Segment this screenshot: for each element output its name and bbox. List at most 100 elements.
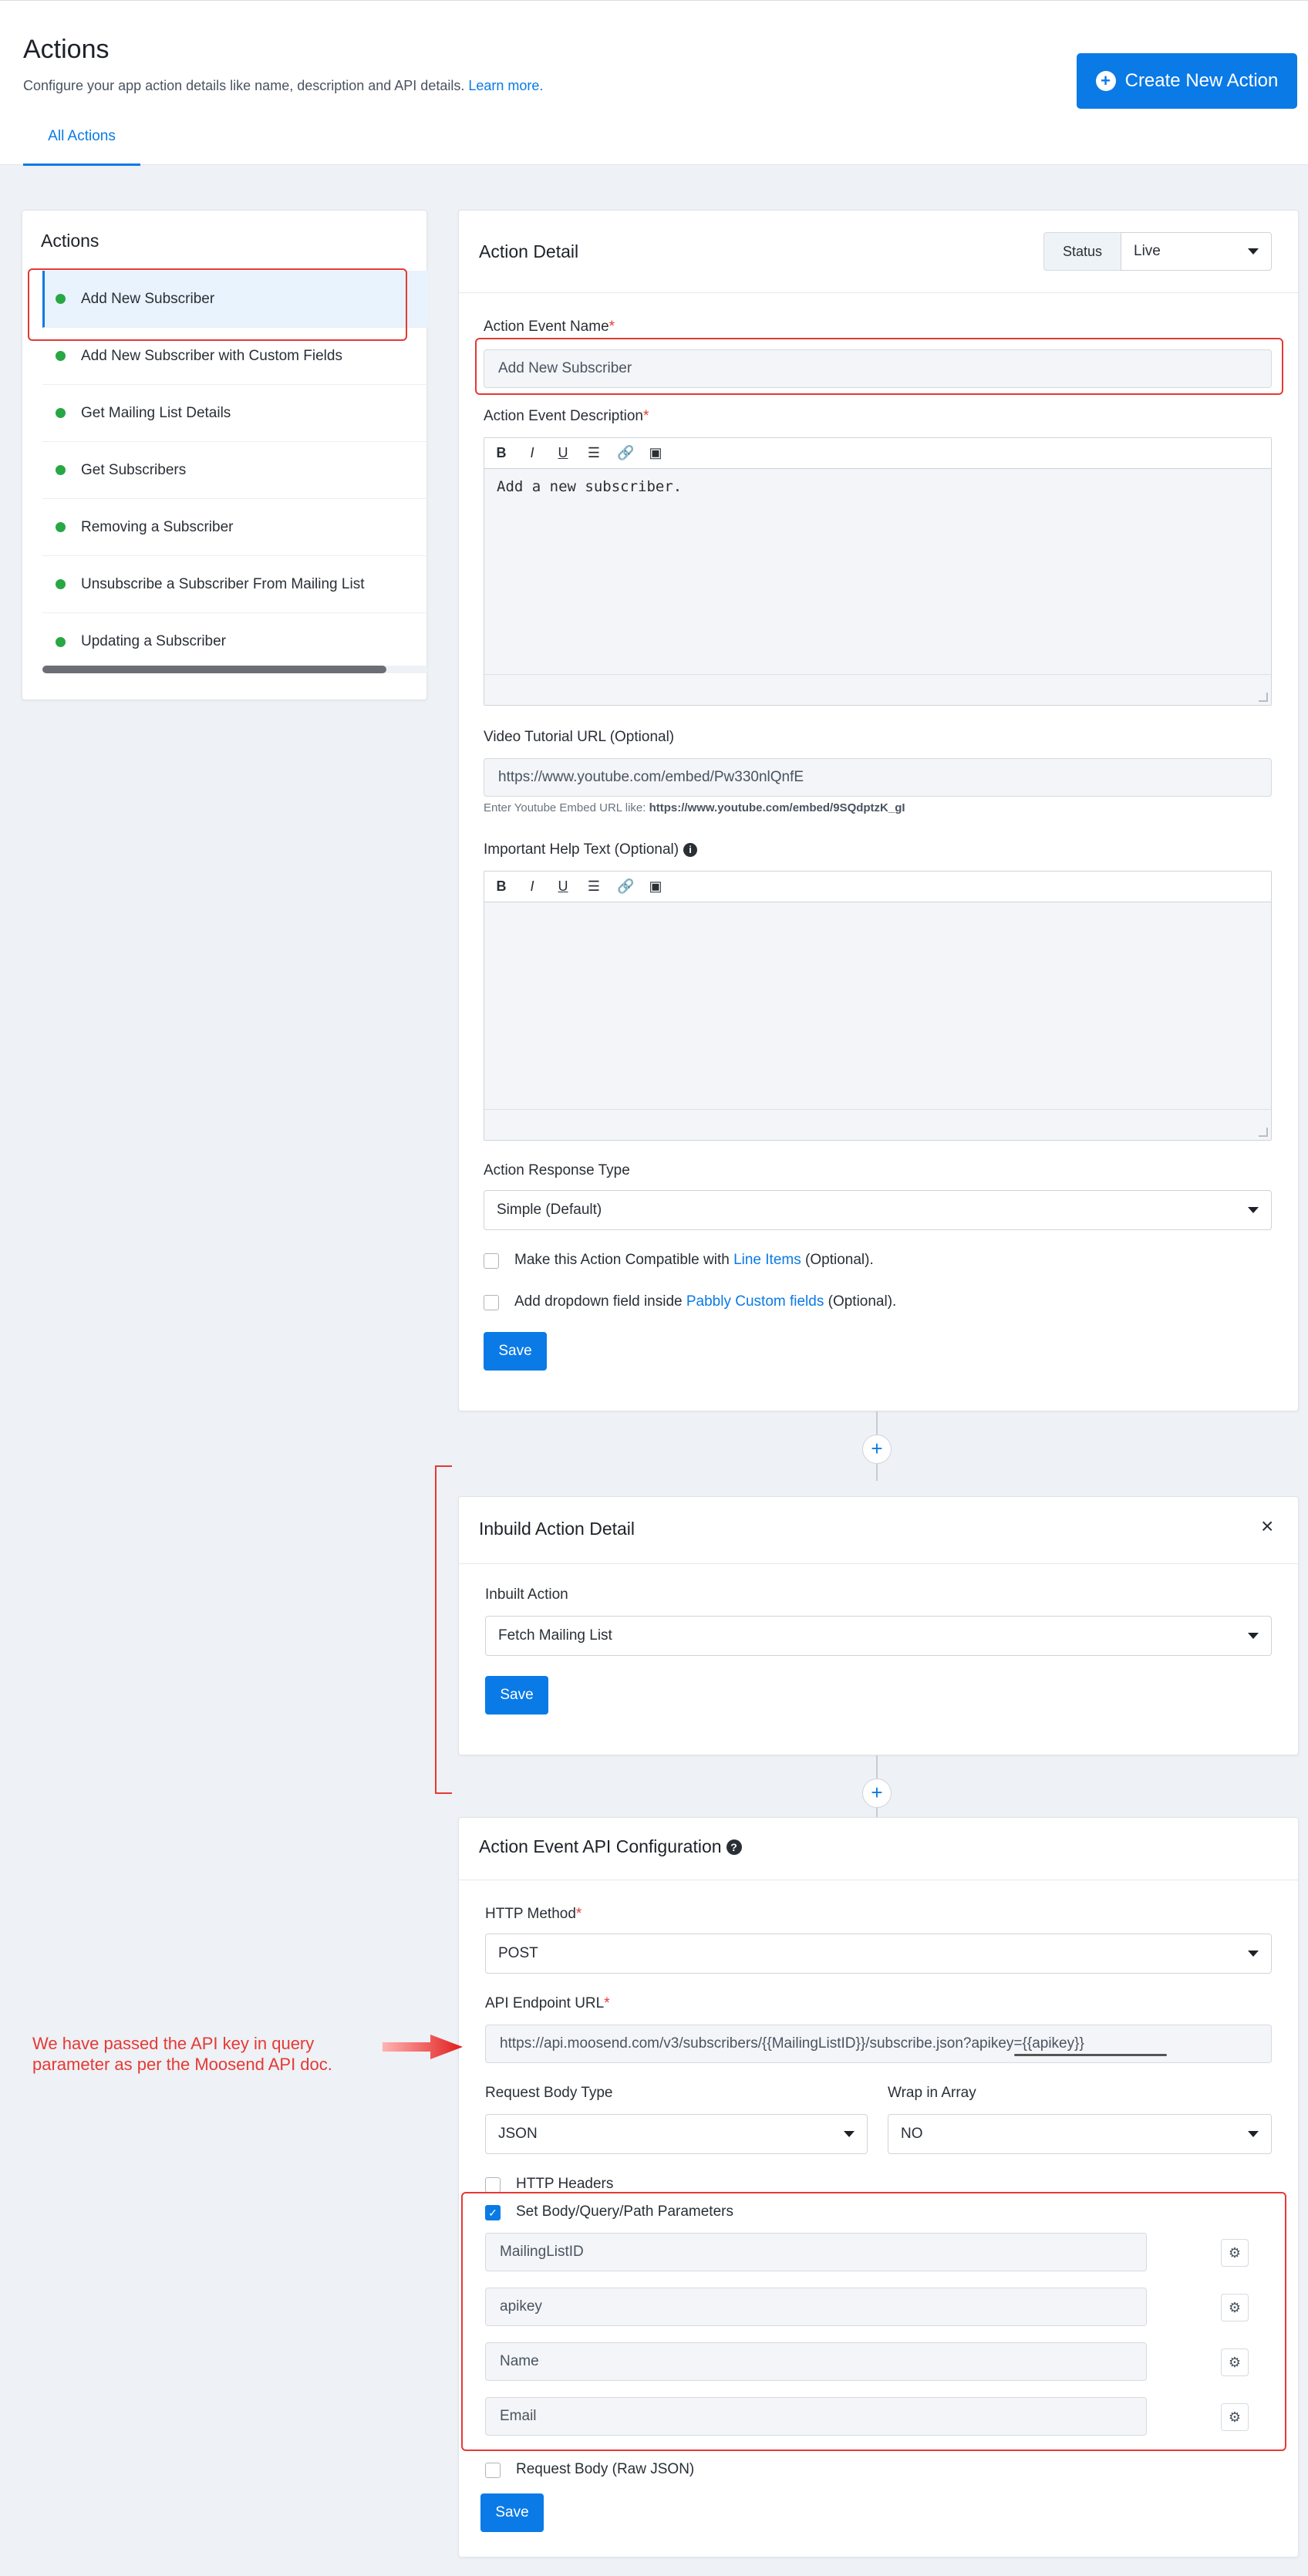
action-detail-save-button[interactable]: Save — [484, 1332, 547, 1371]
http-headers-label: HTTP Headers — [516, 2176, 614, 2192]
http-headers-checkbox[interactable] — [485, 2177, 501, 2193]
action-item-get-subscribers[interactable]: Get Subscribers — [42, 442, 428, 499]
body-type-label: Request Body Type — [485, 2085, 613, 2101]
action-item-removing-subscriber[interactable]: Removing a Subscriber — [42, 499, 428, 556]
action-item-updating-subscriber[interactable]: Updating a Subscriber — [42, 613, 428, 670]
body-type-select[interactable]: JSON — [485, 2114, 868, 2154]
help-text-label-text: Important Help Text (Optional) — [484, 841, 679, 858]
action-item-label: Add New Subscriber with Custom Fields — [81, 347, 342, 364]
http-method-label-text: HTTP Method — [485, 1906, 576, 1922]
status-label: Status — [1043, 232, 1121, 271]
annotation-line-1: We have passed the API key in query — [32, 2034, 315, 2053]
event-name-label: Action Event Name* — [484, 319, 615, 335]
endpoint-label-text: API Endpoint URL — [485, 1995, 605, 2011]
page-subtitle: Configure your app action details like n… — [23, 78, 543, 94]
annotation-line-2: parameter as per the Moosend API doc. — [32, 2055, 332, 2074]
list-icon[interactable]: ☰ — [586, 445, 602, 461]
apikey-underline-mark — [1014, 2054, 1167, 2056]
caret-down-icon — [1248, 248, 1259, 255]
response-type-label: Action Response Type — [484, 1162, 630, 1178]
status-value: Live — [1134, 243, 1161, 259]
arrow-right-icon — [383, 2035, 463, 2059]
inbuilt-title: Inbuild Action Detail — [479, 1519, 635, 1539]
list-icon[interactable]: ☰ — [586, 878, 602, 895]
status-dot — [56, 636, 66, 647]
hint-example: https://www.youtube.com/embed/9SQdptzK_g… — [649, 801, 905, 814]
highlight-event-name — [475, 338, 1283, 395]
page-subtitle-text: Configure your app action details like n… — [23, 78, 465, 93]
caret-down-icon — [1248, 1633, 1259, 1639]
action-item-label: Removing a Subscriber — [81, 518, 234, 535]
page-header: Actions Configure your app action detail… — [0, 0, 1308, 166]
video-url-label: Video Tutorial URL (Optional) — [484, 729, 675, 745]
header-divider — [459, 292, 1298, 293]
endpoint-input[interactable]: https://api.moosend.com/v3/subscribers/{… — [485, 2025, 1272, 2063]
http-method-select[interactable]: POST — [485, 1934, 1272, 1974]
help-text-textarea[interactable] — [484, 902, 1271, 1109]
caret-down-icon — [1248, 2131, 1259, 2137]
scrollbar-thumb[interactable] — [42, 666, 386, 673]
inbuilt-action-panel: Inbuild Action Detail × Inbuilt Action F… — [458, 1496, 1299, 1755]
link-icon[interactable]: 🔗 — [617, 445, 634, 461]
page-title: Actions — [23, 35, 110, 64]
inbuilt-save-button[interactable]: Save — [485, 1676, 548, 1715]
status-dot — [56, 579, 66, 589]
response-type-select[interactable]: Simple (Default) — [484, 1190, 1272, 1230]
action-detail-title: Action Detail — [479, 241, 579, 261]
event-desc-textarea[interactable]: Add a new subscriber. — [484, 469, 1271, 674]
wrap-array-value: NO — [901, 2126, 923, 2142]
wrap-array-select[interactable]: NO — [888, 2114, 1272, 2154]
status-select[interactable]: Live — [1121, 232, 1272, 271]
resize-grip-icon[interactable] — [1259, 1128, 1268, 1137]
learn-more-link[interactable]: Learn more. — [468, 78, 543, 93]
http-method-value: POST — [498, 1945, 538, 1961]
api-config-title: Action Event API Configuration? — [479, 1836, 742, 1857]
resize-grip-icon[interactable] — [1259, 693, 1268, 702]
underline-icon[interactable]: U — [555, 445, 571, 461]
raw-json-checkbox[interactable] — [485, 2463, 501, 2478]
question-circle-icon[interactable]: ? — [726, 1839, 742, 1855]
horizontal-scrollbar[interactable] — [42, 666, 428, 673]
add-step-button[interactable]: + — [862, 1779, 892, 1808]
dropdown-field-checkbox[interactable] — [484, 1295, 499, 1310]
line-items-prefix: Make this Action Compatible with — [514, 1252, 730, 1268]
action-item-get-mailing-list-details[interactable]: Get Mailing List Details — [42, 385, 428, 442]
line-items-label: Make this Action Compatible with Line It… — [514, 1252, 874, 1269]
image-icon[interactable]: ▣ — [648, 878, 663, 895]
line-items-suffix: (Optional). — [805, 1252, 874, 1268]
line-items-checkbox[interactable] — [484, 1253, 499, 1269]
action-item-label: Updating a Subscriber — [81, 633, 226, 649]
tab-all-actions[interactable]: All Actions — [23, 118, 140, 166]
action-item-unsubscribe-subscriber[interactable]: Unsubscribe a Subscriber From Mailing Li… — [42, 556, 428, 613]
add-step-button[interactable]: + — [862, 1435, 892, 1464]
help-text-label: Important Help Text (Optional) i — [484, 841, 698, 858]
caret-down-icon — [1248, 1207, 1259, 1213]
pabbly-custom-fields-link[interactable]: Pabbly Custom fields — [686, 1293, 824, 1310]
editor-footer — [484, 1109, 1271, 1140]
line-items-link[interactable]: Line Items — [733, 1252, 801, 1268]
italic-icon[interactable]: I — [524, 878, 540, 895]
video-url-input[interactable]: https://www.youtube.com/embed/Pw330nlQnf… — [484, 758, 1272, 797]
plus-circle-icon: + — [1095, 71, 1116, 91]
inbuilt-action-value: Fetch Mailing List — [498, 1627, 612, 1644]
api-config-save-button[interactable]: Save — [480, 2493, 544, 2532]
hint-prefix: Enter Youtube Embed URL like: — [484, 801, 646, 814]
endpoint-label: API Endpoint URL* — [485, 1995, 610, 2011]
create-new-action-label: Create New Action — [1124, 70, 1279, 91]
help-text-editor: B I U ☰ 🔗 ▣ — [484, 871, 1272, 1141]
close-icon[interactable]: × — [1261, 1514, 1273, 1539]
create-new-action-button[interactable]: + Create New Action — [1077, 53, 1297, 109]
dropdown-prefix: Add dropdown field inside — [514, 1293, 683, 1310]
bold-icon[interactable]: B — [494, 445, 509, 461]
underline-icon[interactable]: U — [555, 878, 571, 895]
inbuilt-action-select[interactable]: Fetch Mailing List — [485, 1616, 1272, 1656]
bracket-inbuilt-annotation — [435, 1465, 452, 1794]
event-desc-editor: B I U ☰ 🔗 ▣ Add a new subscriber. — [484, 437, 1272, 706]
image-icon[interactable]: ▣ — [648, 445, 663, 461]
action-item-label: Get Mailing List Details — [81, 404, 231, 421]
italic-icon[interactable]: I — [524, 445, 540, 461]
raw-json-label: Request Body (Raw JSON) — [516, 2461, 695, 2477]
link-icon[interactable]: 🔗 — [617, 878, 634, 895]
info-icon[interactable]: i — [683, 843, 698, 857]
bold-icon[interactable]: B — [494, 878, 509, 895]
